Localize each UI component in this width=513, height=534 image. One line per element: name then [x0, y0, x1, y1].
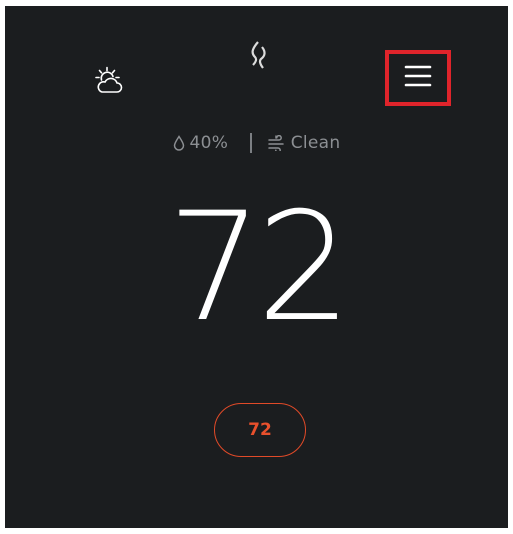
thermostat-screen: 40% Clean 72 72 [5, 6, 508, 528]
droplet-icon [173, 135, 185, 151]
air-flow-icon [267, 135, 286, 151]
partly-cloudy-icon [94, 66, 124, 98]
setpoint-value: 72 [248, 420, 272, 440]
weather-button[interactable] [91, 64, 127, 100]
setpoint-button[interactable]: 72 [214, 403, 306, 457]
current-temperature: 72 [167, 181, 352, 355]
hamburger-menu-icon [404, 64, 432, 92]
humidity-value: 40% [189, 133, 229, 153]
status-row: 40% Clean [5, 130, 508, 156]
flame-logo-icon [246, 40, 270, 72]
air-quality-value: Clean [290, 133, 341, 153]
menu-button[interactable] [385, 50, 451, 106]
status-divider [250, 133, 252, 153]
